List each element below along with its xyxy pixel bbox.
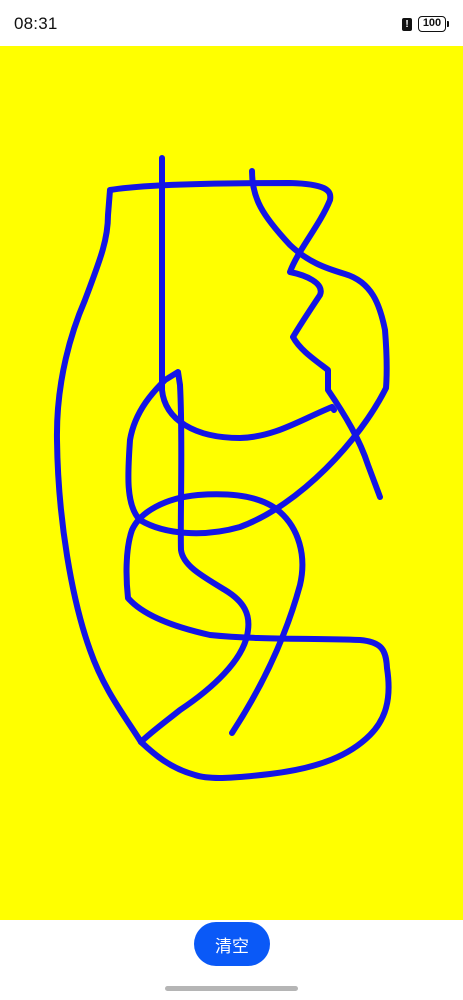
bottom-toolbar: 清空 (0, 920, 463, 1000)
status-icons: ! 100 (402, 16, 449, 32)
battery-level: 100 (422, 17, 442, 29)
status-bar: 08:31 ! 100 (0, 0, 463, 46)
ink-stroke (123, 491, 392, 781)
battery-icon: 100 (418, 16, 446, 32)
ink-stroke (159, 155, 337, 441)
status-time: 08:31 (14, 14, 58, 33)
drawing-canvas[interactable] (0, 46, 463, 920)
battery-tip (447, 21, 449, 27)
ink-stroke (125, 168, 390, 745)
exclamation-icon: ! (402, 17, 412, 31)
home-indicator[interactable] (165, 986, 298, 991)
clear-button[interactable]: 清空 (194, 922, 270, 966)
drawing-surface[interactable] (0, 46, 463, 920)
